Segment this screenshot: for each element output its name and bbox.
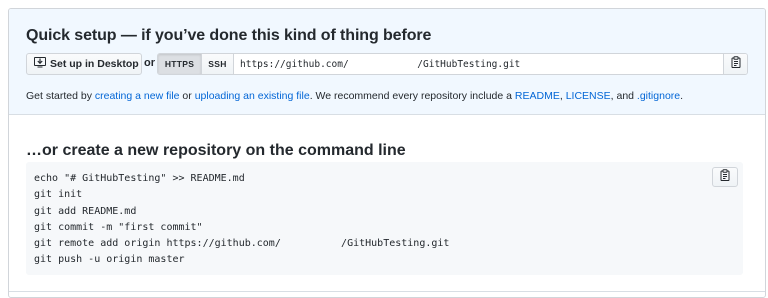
get-started-hint: Get started by creating a new file or up… bbox=[26, 90, 683, 102]
https-protocol-button[interactable]: HTTPS bbox=[158, 54, 202, 74]
desktop-download-icon bbox=[34, 57, 50, 71]
command-code: echo "# GitHubTesting" >> README.md git i… bbox=[34, 171, 449, 269]
clipboard-icon bbox=[731, 55, 741, 73]
create-new-file-link[interactable]: creating a new file bbox=[95, 90, 180, 102]
gitignore-link[interactable]: .gitignore bbox=[637, 90, 680, 102]
code-line: git init bbox=[34, 189, 83, 201]
clone-url-group: HTTPS SSH bbox=[157, 53, 748, 75]
hint-text: , and bbox=[610, 90, 637, 102]
hint-text: Get started by bbox=[26, 90, 95, 102]
copy-commands-button[interactable] bbox=[712, 167, 738, 187]
license-link[interactable]: LICENSE bbox=[566, 90, 611, 102]
clipboard-icon bbox=[720, 168, 730, 186]
command-code-block: echo "# GitHubTesting" >> README.md git i… bbox=[26, 162, 743, 275]
command-line-section: …or create a new repository on the comma… bbox=[9, 115, 765, 290]
setup-in-desktop-label: Set up in Desktop bbox=[50, 58, 139, 70]
repo-setup-panel: Quick setup — if you’ve done this kind o… bbox=[8, 8, 766, 298]
clone-url-input[interactable] bbox=[234, 54, 723, 74]
readme-link[interactable]: README bbox=[515, 90, 560, 102]
code-line: git push -u origin master bbox=[34, 254, 185, 266]
setup-in-desktop-button[interactable]: Set up in Desktop bbox=[26, 53, 142, 75]
quick-setup-section: Quick setup — if you’ve done this kind o… bbox=[9, 9, 765, 115]
ssh-protocol-button[interactable]: SSH bbox=[202, 54, 234, 74]
code-line: git remote add origin https://github.com… bbox=[34, 238, 450, 250]
hint-text: . bbox=[680, 90, 684, 102]
upload-existing-file-link[interactable]: uploading an existing file bbox=[195, 90, 310, 102]
or-label: or bbox=[144, 57, 155, 69]
hint-text: . We recommend every repository include … bbox=[309, 90, 515, 102]
code-line: echo "# GitHubTesting" >> README.md bbox=[34, 173, 245, 184]
hint-text: or bbox=[179, 90, 195, 102]
copy-url-button[interactable] bbox=[723, 54, 747, 74]
code-line: git commit -m "first commit" bbox=[34, 221, 203, 233]
command-line-title: …or create a new repository on the comma… bbox=[26, 142, 406, 159]
code-line: git add README.md bbox=[34, 205, 137, 217]
quick-setup-title: Quick setup — if you’ve done this kind o… bbox=[26, 27, 432, 44]
